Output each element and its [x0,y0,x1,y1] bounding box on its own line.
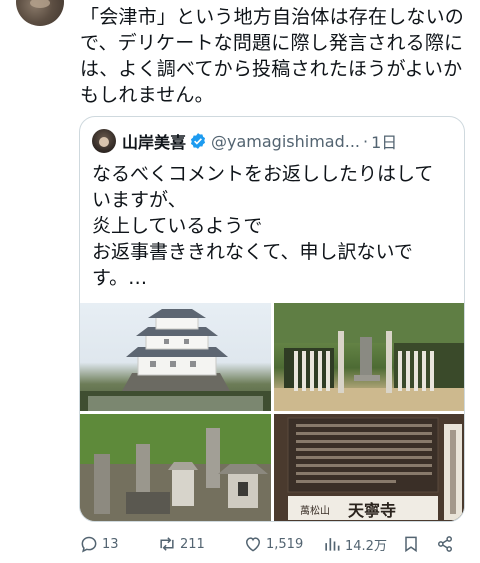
bookmark-button[interactable] [401,532,421,556]
post-text: 「会津市」という地方自治体は存在しないので、デリケートな問題に際し発言される際に… [80,6,465,106]
share-button[interactable] [435,532,455,556]
signboard-temple: 天寧寺 [348,501,396,520]
header-separator: · [363,131,369,151]
image-grid: 萬松山 天寧寺 [80,303,464,521]
views-count: 14.2万 [345,538,387,554]
repost-icon [160,537,174,551]
like-button[interactable]: 1,519 [243,532,303,556]
verified-icon [190,133,206,149]
quoted-text-line: す。… [92,267,148,289]
castle-photo[interactable] [80,303,271,411]
reply-count: 13 [102,536,119,552]
quoted-post-text: なるべくコメントをお返ししたりはして いますが、 炎上しているようで お返事書き… [92,161,454,291]
action-bar: 13 211 1,519 14.2万 [79,532,465,556]
author-avatar[interactable] [16,0,64,26]
reply-button[interactable]: 13 [79,532,119,556]
graves-photo[interactable] [80,414,271,521]
views-button[interactable]: 14.2万 [322,532,387,556]
share-icon [438,536,452,552]
quoted-text-line: なるべくコメントをお返ししたりはして [92,163,434,185]
views-icon [325,538,340,551]
like-count: 1,519 [266,536,304,552]
quoted-author-handle[interactable]: @yamagishimad... [211,132,360,151]
monument-photo[interactable] [274,303,464,411]
quoted-post-time[interactable]: 1日 [371,129,397,153]
quoted-text-line: いますが、 [92,189,187,211]
bookmark-icon [405,536,417,553]
avatar-detail [30,0,50,8]
reply-icon [81,536,97,553]
quoted-text-line: お返事書ききれなくて、申し訳ないで [92,241,413,263]
signboard-mountain: 萬松山 [300,504,330,517]
quoted-author-avatar[interactable] [92,129,116,153]
quoted-text-line: 炎上しているようで [92,215,263,237]
quoted-author-name[interactable]: 山岸美喜 [122,129,186,153]
repost-button[interactable]: 211 [157,532,205,556]
repost-count: 211 [180,536,205,552]
quoted-post-header: 山岸美喜 @yamagishimad... · 1日 [92,129,397,153]
like-icon [245,537,261,552]
signboard-photo[interactable]: 萬松山 天寧寺 [274,414,464,521]
quoted-post-card[interactable]: 山岸美喜 @yamagishimad... · 1日 なるべくコメントをお返しし… [79,116,465,522]
